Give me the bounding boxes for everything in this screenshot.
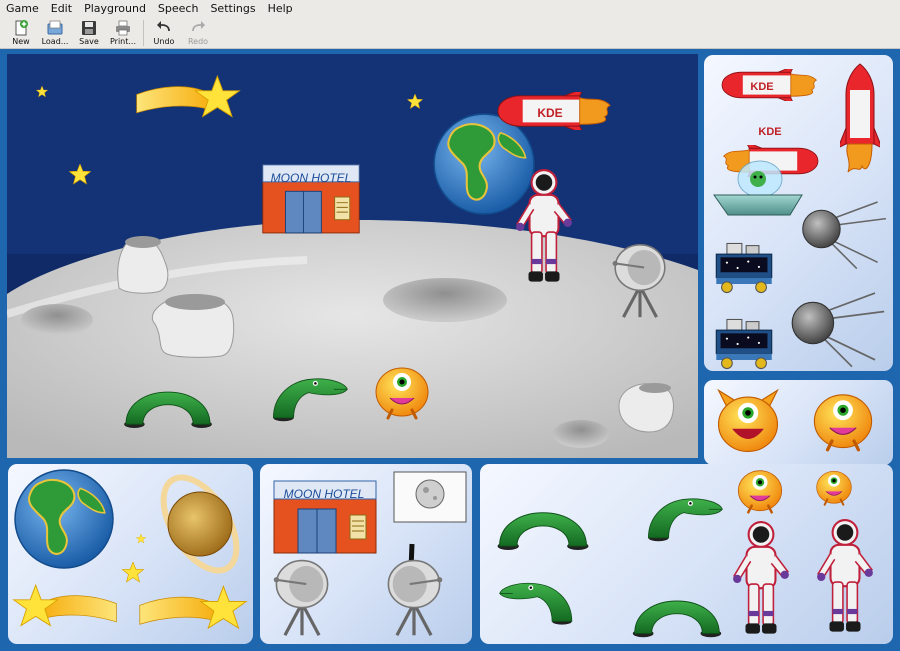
- horned-monster-sticker[interactable]: [717, 389, 779, 453]
- rocket-vertical-sticker[interactable]: [838, 63, 882, 173]
- print-button[interactable]: Print...: [106, 17, 140, 49]
- menu-edit[interactable]: Edit: [45, 2, 78, 15]
- comet-sticker[interactable]: [139, 585, 247, 629]
- print-button-label: Print...: [109, 37, 137, 46]
- undo-arrow-icon: [157, 21, 170, 32]
- menu-game[interactable]: Game: [0, 2, 45, 15]
- crater: [553, 420, 609, 448]
- save-button-label: Save: [79, 37, 99, 46]
- satellite-dish-sticker[interactable]: [386, 558, 444, 637]
- worm-arch-sticker[interactable]: [632, 600, 722, 638]
- redo-button[interactable]: Redo: [181, 17, 215, 49]
- vehicles-panel: KDE KDE: [704, 55, 893, 371]
- rocket-left-label: KDE: [758, 126, 781, 138]
- small-monster-sticker[interactable]: [815, 470, 853, 506]
- worm-arch-sticker[interactable]: [497, 512, 589, 550]
- monsters-panel-top: [704, 380, 893, 465]
- moon-hotel-sign: MOON HOTEL: [271, 171, 352, 185]
- saturn-sticker[interactable]: [167, 491, 233, 557]
- astronaut-sticker[interactable]: [731, 520, 791, 635]
- rocket-label: KDE: [537, 106, 562, 120]
- undo-button[interactable]: Undo: [147, 17, 181, 49]
- planets-panel: [8, 464, 253, 644]
- sputnik-sticker[interactable]: [791, 292, 886, 368]
- toolbar-separator: [143, 20, 144, 46]
- comet-left-sticker[interactable]: [13, 584, 117, 626]
- winged-monster-sticker[interactable]: [737, 469, 783, 514]
- earth-sticker[interactable]: [13, 469, 114, 570]
- astronaut-sticker[interactable]: [815, 518, 875, 633]
- load-button-label: Load...: [41, 37, 69, 46]
- playground-canvas[interactable]: MOON HOTEL KDE: [7, 54, 698, 458]
- sputnik-sticker[interactable]: [801, 201, 887, 270]
- load-button[interactable]: Load...: [38, 17, 72, 49]
- new-document-icon: [15, 20, 28, 36]
- buildings-panel: MOON HOTEL: [260, 464, 472, 644]
- ufo-boat-sticker[interactable]: [713, 194, 803, 216]
- earth-sticker[interactable]: [433, 113, 535, 215]
- worm-head-sticker[interactable]: [647, 498, 723, 542]
- undo-button-label: Undo: [153, 37, 175, 46]
- new-button-label: New: [12, 37, 30, 46]
- printer-icon: [116, 20, 130, 36]
- creatures-panel: [480, 464, 893, 644]
- menu-playground[interactable]: Playground: [78, 2, 152, 15]
- worm-head-sticker[interactable]: [499, 582, 573, 626]
- crater: [383, 278, 507, 322]
- rocket-right-label: KDE: [750, 81, 773, 93]
- floppy-disk-icon: [82, 21, 96, 35]
- star-icon[interactable]: [122, 562, 144, 583]
- game-stage: MOON HOTEL KDE KDE KDE MOON HOTEL: [0, 49, 900, 651]
- lunar-rover-sticker[interactable]: [715, 318, 773, 370]
- main-toolbar: New Load... Save Print... Undo Redo: [0, 17, 900, 49]
- moon-hotel-sign: MOON HOTEL: [284, 487, 365, 501]
- lunar-rover-sticker[interactable]: [715, 242, 773, 294]
- menu-bar: Game Edit Playground Speech Settings Hel…: [0, 0, 900, 17]
- redo-button-label: Redo: [187, 37, 209, 46]
- one-eyed-monster-sticker[interactable]: [812, 393, 874, 452]
- new-button[interactable]: New: [4, 17, 38, 49]
- redo-arrow-icon: [192, 21, 205, 32]
- satellite-dish-sticker[interactable]: [272, 558, 330, 637]
- open-folder-icon: [47, 20, 63, 35]
- menu-help[interactable]: Help: [262, 2, 299, 15]
- crater: [21, 304, 93, 336]
- menu-settings[interactable]: Settings: [204, 2, 261, 15]
- menu-speech[interactable]: Speech: [152, 2, 205, 15]
- save-button[interactable]: Save: [72, 17, 106, 49]
- star-icon[interactable]: [136, 534, 146, 544]
